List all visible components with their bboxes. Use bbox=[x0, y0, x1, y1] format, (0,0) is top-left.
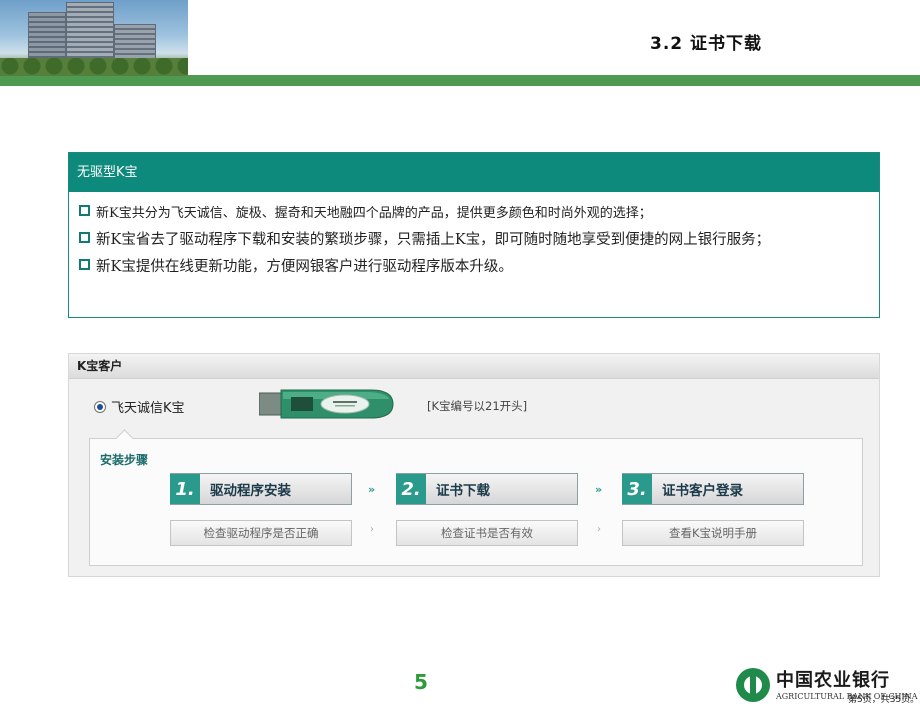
feature-list: 新K宝共分为飞天诚信、旋极、握奇和天地融四个品牌的产品，提供更多颜色和时尚外观的… bbox=[69, 192, 879, 281]
header-bar bbox=[0, 76, 188, 86]
building-shape bbox=[28, 12, 66, 62]
abc-logo-icon bbox=[736, 668, 770, 702]
page-info: 第5页，共35页。 bbox=[848, 695, 920, 705]
step-certificate-login-button[interactable]: 3. 证书客户登录 bbox=[622, 473, 804, 505]
install-steps-title: 安装步骤 bbox=[100, 453, 149, 467]
square-bullet-icon bbox=[79, 259, 90, 270]
step-driver-install-button[interactable]: 1. 驱动程序安装 bbox=[170, 473, 352, 505]
bank-name: 中国农业银行 bbox=[776, 670, 890, 691]
list-item: 新K宝提供在线更新功能，方便网银客户进行驱动程序版本升级。 bbox=[79, 254, 879, 281]
step-number: 3. bbox=[622, 474, 652, 504]
install-steps-box: 安装步骤 1. 驱动程序安装 » 2. 证书下载 » 3. 证书客户登录 检查驱… bbox=[89, 438, 863, 566]
building-shape bbox=[66, 2, 114, 62]
list-item-text: 新K宝提供在线更新功能，方便网银客户进行驱动程序版本升级。 bbox=[96, 259, 513, 275]
check-driver-button[interactable]: 检查驱动程序是否正确 bbox=[170, 520, 352, 546]
step-label: 证书下载 bbox=[436, 483, 490, 499]
double-chevron-icon: » bbox=[595, 483, 603, 496]
slide-title: 3.2 证书下载 bbox=[650, 34, 763, 54]
usb-key-icon bbox=[259, 389, 394, 419]
header-bar bbox=[188, 75, 920, 86]
square-bullet-icon bbox=[79, 232, 90, 243]
list-item-text: 新K宝共分为飞天诚信、旋极、握奇和天地融四个品牌的产品，提供更多颜色和时尚外观的… bbox=[96, 206, 652, 221]
radio-label[interactable]: 飞天诚信K宝 bbox=[111, 397, 185, 416]
k-bao-panel: K宝客户 飞天诚信K宝 [K宝编号以21开头] 安装步骤 1. 驱动程序安装 »… bbox=[68, 353, 880, 577]
info-box-title: 无驱型K宝 bbox=[69, 153, 879, 192]
list-item-text: 新K宝省去了驱动程序下载和安装的繁琐步骤，只需插上K宝，即可随时随地享受到便捷的… bbox=[96, 232, 771, 248]
step-number: 1. bbox=[170, 474, 200, 504]
step-label: 证书客户登录 bbox=[662, 483, 743, 499]
step-certificate-download-button[interactable]: 2. 证书下载 bbox=[396, 473, 578, 505]
page-number: 5 bbox=[414, 670, 428, 694]
list-item: 新K宝省去了驱动程序下载和安装的繁琐步骤，只需插上K宝，即可随时随地享受到便捷的… bbox=[79, 227, 879, 254]
step-number: 2. bbox=[396, 474, 426, 504]
list-item: 新K宝共分为飞天诚信、旋极、握奇和天地融四个品牌的产品，提供更多颜色和时尚外观的… bbox=[79, 200, 879, 227]
double-chevron-icon: » bbox=[368, 483, 376, 496]
info-box: 无驱型K宝 新K宝共分为飞天诚信、旋极、握奇和天地融四个品牌的产品，提供更多颜色… bbox=[68, 152, 880, 318]
separator-icon: › bbox=[597, 524, 601, 535]
check-certificate-button[interactable]: 检查证书是否有效 bbox=[396, 520, 578, 546]
square-bullet-icon bbox=[79, 205, 90, 216]
header-building-photo bbox=[0, 0, 188, 76]
k-bao-number-note: [K宝编号以21开头] bbox=[427, 399, 528, 413]
building-shape bbox=[114, 24, 156, 62]
trees-shape bbox=[0, 58, 188, 76]
step-label: 驱动程序安装 bbox=[210, 483, 291, 499]
view-manual-button[interactable]: 查看K宝说明手册 bbox=[622, 520, 804, 546]
separator-icon: › bbox=[370, 524, 374, 535]
panel-title: K宝客户 bbox=[69, 354, 879, 379]
radio-button-selected[interactable] bbox=[94, 401, 106, 413]
